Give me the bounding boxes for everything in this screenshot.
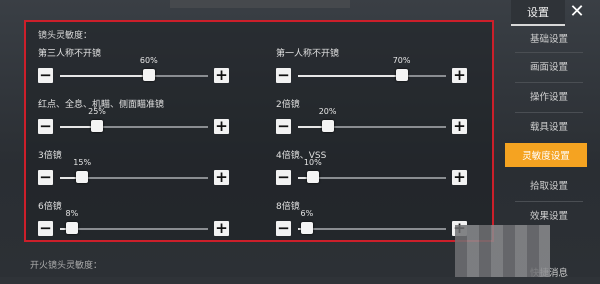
slider-value: 6% — [300, 209, 314, 218]
increase-button[interactable]: + — [214, 221, 229, 236]
slider-thumb[interactable] — [65, 222, 78, 234]
slider-thumb[interactable] — [306, 171, 319, 183]
slider-value: 20% — [318, 107, 337, 116]
setting-label: 8倍镜 — [276, 202, 300, 212]
slider-value: 25% — [88, 107, 106, 116]
sidebar-item-controls[interactable]: 操作设置 — [511, 84, 587, 108]
increase-button[interactable]: + — [452, 119, 467, 134]
setting-tpp-no-scope: 第三人称不开镜 − 60% + — [38, 46, 238, 86]
slider-track[interactable]: 6% — [298, 209, 446, 234]
slider-value: 15% — [73, 158, 92, 167]
setting-4x-vss: 4倍镜、VSS − 10% + — [276, 148, 476, 188]
decrease-button[interactable]: − — [276, 68, 291, 83]
slider-thumb[interactable] — [76, 171, 89, 183]
setting-label: 第一人称不开镜 — [276, 49, 340, 59]
setting-3x: 3倍镜 − 15% + — [38, 148, 238, 188]
setting-red-dot: 红点、全息、机瞄、侧面瞄准镜 − 25% + — [38, 97, 238, 137]
slider-track[interactable]: 8% — [60, 209, 208, 234]
decrease-button[interactable]: − — [38, 221, 53, 236]
sidebar-item-pickup[interactable]: 拾取设置 — [511, 173, 587, 197]
decrease-button[interactable]: − — [276, 170, 291, 185]
setting-label: 3倍镜 — [38, 151, 62, 161]
slider-value: 60% — [139, 56, 158, 65]
setting-2x: 2倍镜 − 20% + — [276, 97, 476, 137]
setting-label: 第三人称不开镜 — [38, 49, 102, 59]
decrease-button[interactable]: − — [276, 221, 291, 236]
slider-track[interactable]: 15% — [60, 158, 208, 183]
slider-track[interactable]: 10% — [298, 158, 446, 183]
setting-6x: 6倍镜 − 8% + — [38, 199, 238, 239]
close-icon[interactable]: ✕ — [565, 0, 589, 22]
increase-button[interactable]: + — [214, 119, 229, 134]
increase-button[interactable]: + — [214, 68, 229, 83]
slider-thumb[interactable] — [395, 69, 408, 81]
increase-button[interactable]: + — [452, 170, 467, 185]
panel-title: 镜头灵敏度： — [38, 31, 93, 41]
sensitivity-panel: 镜头灵敏度： 第三人称不开镜 − 60% + 第一人称不开镜 − 70% + 红… — [24, 20, 494, 242]
divider — [515, 112, 583, 113]
watermark-blur — [455, 225, 550, 277]
sidebar-item-vehicle[interactable]: 载具设置 — [511, 114, 587, 138]
slider-thumb[interactable] — [91, 120, 103, 132]
increase-button[interactable]: + — [452, 68, 467, 83]
slider-thumb[interactable] — [142, 69, 155, 81]
decrease-button[interactable]: − — [276, 119, 291, 134]
slider-track[interactable]: 60% — [60, 56, 208, 81]
slider-value: 8% — [65, 209, 79, 218]
setting-fpp-no-scope: 第一人称不开镜 − 70% + — [276, 46, 476, 86]
setting-8x: 8倍镜 − 6% + — [276, 199, 476, 239]
divider — [515, 82, 583, 83]
slider-value: 10% — [303, 158, 322, 167]
decrease-button[interactable]: − — [38, 170, 53, 185]
divider — [515, 52, 583, 53]
slider-thumb[interactable] — [321, 120, 334, 132]
setting-label: 2倍镜 — [276, 100, 300, 110]
slider-thumb[interactable] — [300, 222, 313, 234]
decrease-button[interactable]: − — [38, 119, 53, 134]
increase-button[interactable]: + — [214, 170, 229, 185]
settings-title: 设置 — [511, 0, 565, 26]
slider-track[interactable]: 25% — [60, 107, 208, 132]
divider — [515, 201, 583, 202]
sidebar-item-effects[interactable]: 效果设置 — [511, 203, 587, 227]
sidebar-item-basic[interactable]: 基础设置 — [511, 26, 587, 50]
sidebar-item-sensitivity[interactable]: 灵敏度设置 — [505, 143, 587, 167]
setting-label: 6倍镜 — [38, 202, 62, 212]
decrease-button[interactable]: − — [38, 68, 53, 83]
sidebar-item-graphics[interactable]: 画面设置 — [511, 54, 587, 78]
fire-sensitivity-label: 开火镜头灵敏度： — [30, 261, 103, 271]
slider-track[interactable]: 20% — [298, 107, 446, 132]
top-bar — [170, 0, 350, 8]
slider-track[interactable]: 70% — [298, 56, 446, 81]
slider-value: 70% — [392, 56, 411, 65]
